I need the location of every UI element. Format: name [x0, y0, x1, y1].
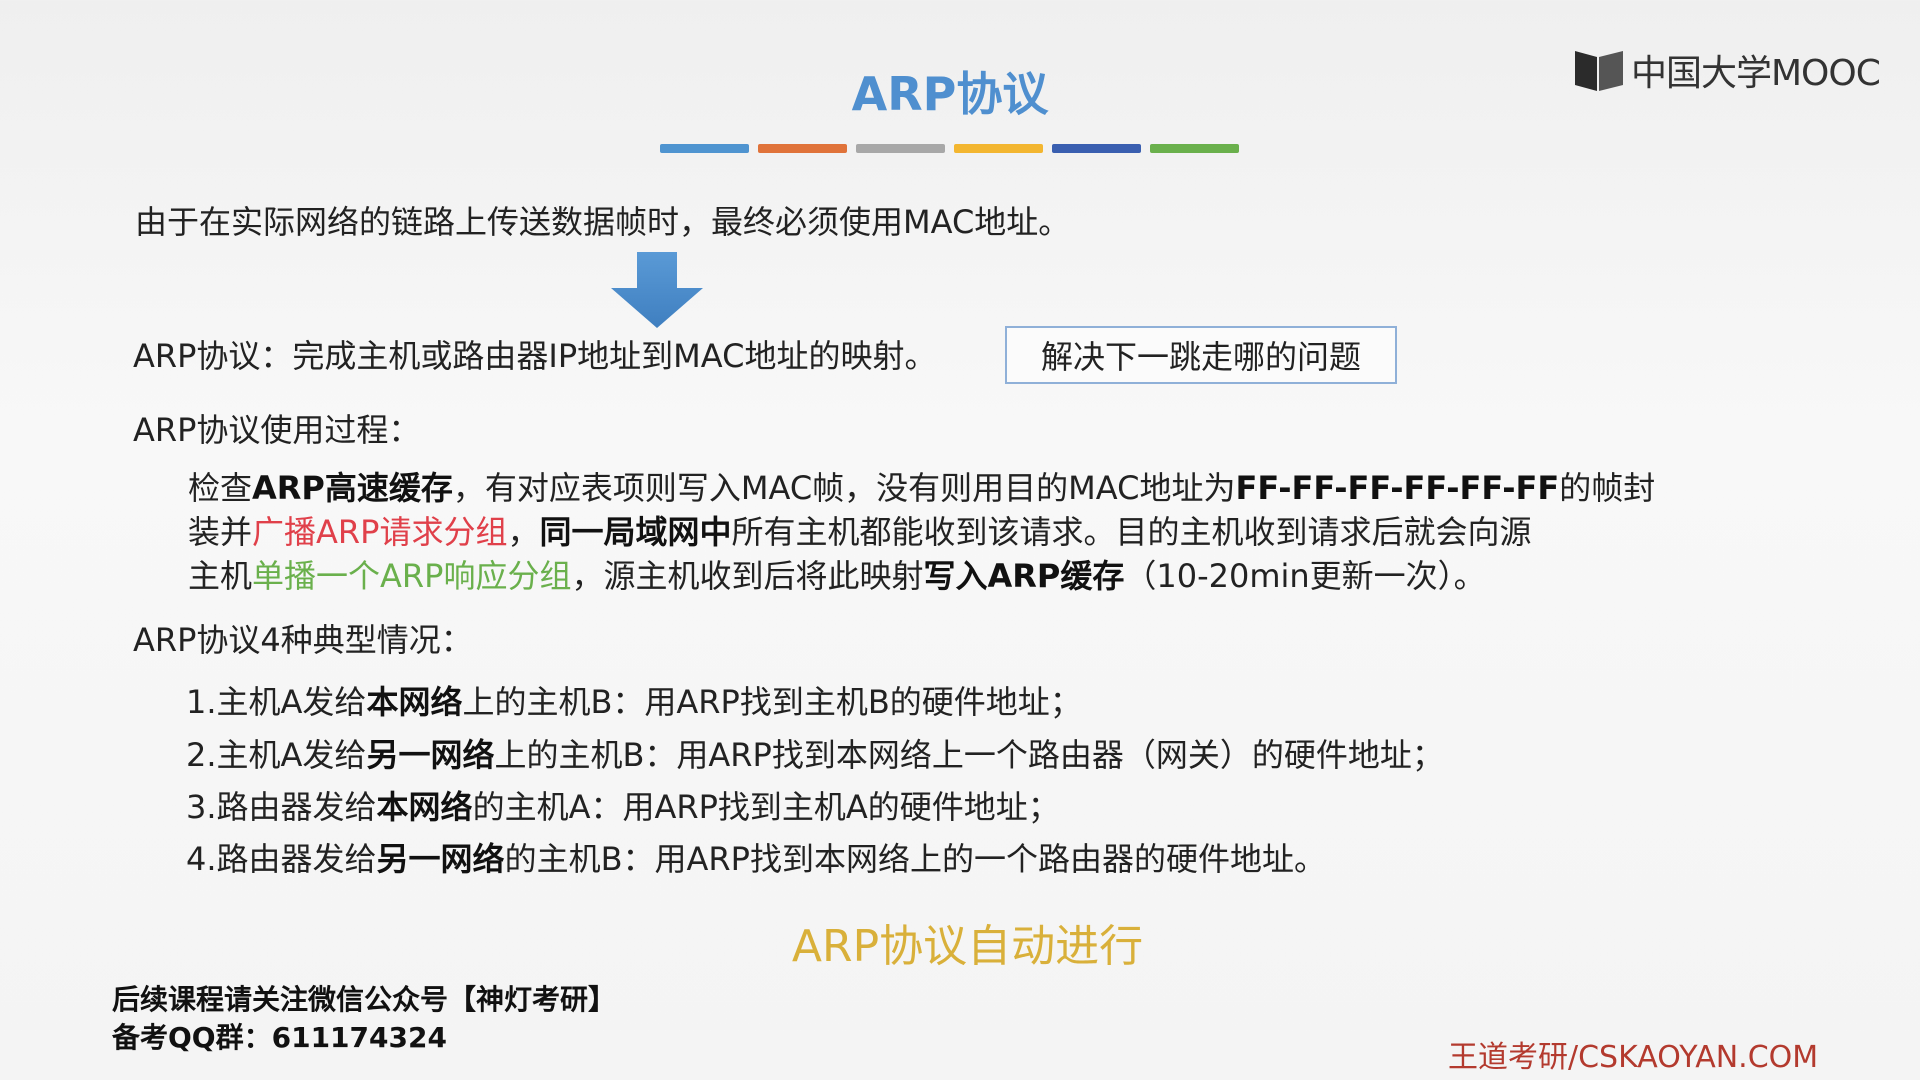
text-run: 上的主机B：用ARP找到本网络上一个路由器（网关）的硬件地址；	[494, 736, 1444, 774]
text-run: 检查	[188, 469, 253, 507]
brand-watermark: 王道考研/CSKAOYAN.COM	[1448, 1040, 1819, 1075]
color-segment	[758, 144, 847, 153]
process-heading: ARP协议使用过程：	[133, 411, 421, 449]
case-item: 2.主机A发给另一网络上的主机B：用ARP找到本网络上一个路由器（网关）的硬件地…	[186, 733, 1444, 777]
auto-note: ARP协议自动进行	[791, 921, 1144, 972]
text-run: ARP高速缓存	[252, 469, 453, 507]
text-run: 本网络	[366, 683, 463, 721]
slide: 中国大学MOOC ARP协议 由于在实际网络的链路上传送数据帧时，最终必须使用M…	[0, 0, 1920, 1080]
color-segment	[1052, 144, 1141, 153]
cases-heading: ARP协议4种典型情况：	[133, 621, 473, 659]
text-run: 的主机B：用ARP找到本网络上的一个路由器的硬件地址。	[504, 840, 1326, 878]
text-run: 2.主机A发给	[186, 736, 367, 774]
case-item: 3.路由器发给本网络的主机A：用ARP找到主机A的硬件地址；	[186, 785, 1060, 829]
text-run: ，	[507, 513, 540, 551]
intro-text: 由于在实际网络的链路上传送数据帧时，最终必须使用MAC地址。	[135, 203, 1071, 241]
text-run: 1.主机A发给	[186, 683, 367, 721]
case-item: 1.主机A发给本网络上的主机B：用ARP找到主机B的硬件地址；	[186, 680, 1082, 724]
text-run: 另一网络	[376, 840, 505, 878]
text-run: 本网络	[376, 788, 473, 826]
text-run: ，有对应表项则写入MAC帧，没有则用目的MAC地址为	[452, 469, 1236, 507]
text-run: 装并	[188, 513, 253, 551]
text-run: 写入ARP缓存	[923, 557, 1125, 595]
text-run: 同一局域网中	[539, 513, 732, 551]
text-run: FF-FF-FF-FF-FF-FF	[1235, 469, 1560, 507]
text-run: 的帧封	[1559, 469, 1656, 507]
process-line-2: 装并广播ARP请求分组，同一局域网中所有主机都能收到该请求。目的主机收到请求后就…	[188, 510, 1532, 554]
process-line-3: 主机单播一个ARP响应分组，源主机收到后将此映射写入ARP缓存（10-20min…	[188, 554, 1486, 598]
text-run: 4.路由器发给	[186, 840, 377, 878]
text-run: 另一网络	[366, 736, 495, 774]
next-hop-callout: 解决下一跳走哪的问题	[1005, 326, 1397, 384]
color-segment	[1150, 144, 1239, 153]
qq-group: 备考QQ群：611174324	[112, 1021, 447, 1054]
text-run: （10-20min更新一次）。	[1124, 557, 1486, 595]
down-arrow-icon	[611, 252, 703, 328]
text-run: 单播一个ARP响应分组	[252, 557, 572, 595]
text-run: 3.路由器发给	[186, 788, 377, 826]
text-run: 上的主机B：用ARP找到主机B的硬件地址；	[462, 683, 1082, 721]
text-run: ，源主机收到后将此映射	[571, 557, 924, 595]
arp-definition: ARP协议：完成主机或路由器IP地址到MAC地址的映射。	[133, 337, 937, 375]
text-run: 主机	[188, 557, 253, 595]
color-segment	[954, 144, 1043, 153]
case-item: 4.路由器发给另一网络的主机B：用ARP找到本网络上的一个路由器的硬件地址。	[186, 837, 1326, 881]
wechat-notice: 后续课程请关注微信公众号【神灯考研】	[112, 983, 617, 1016]
title-color-bar	[660, 144, 1239, 153]
process-line-1: 检查ARP高速缓存，有对应表项则写入MAC帧，没有则用目的MAC地址为FF-FF…	[188, 466, 1655, 510]
text-run: 所有主机都能收到该请求。目的主机收到请求后就会向源	[731, 513, 1532, 551]
color-segment	[856, 144, 945, 153]
text-run: 的主机A：用ARP找到主机A的硬件地址；	[472, 788, 1060, 826]
slide-title: ARP协议	[851, 67, 1049, 121]
color-segment	[660, 144, 749, 153]
text-run: 广播ARP请求分组	[252, 513, 508, 551]
